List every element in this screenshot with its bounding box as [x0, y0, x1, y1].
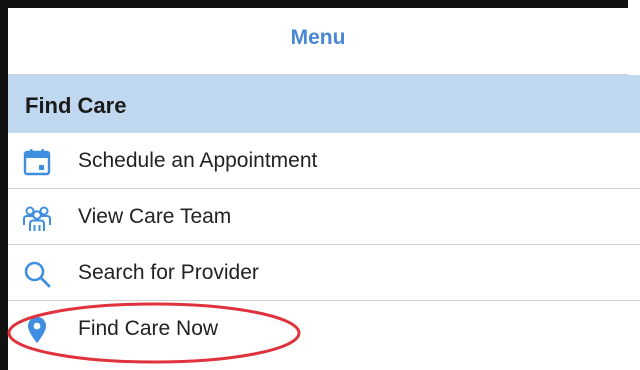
calendar-icon	[22, 147, 52, 177]
menu-title: Menu	[290, 26, 346, 49]
menu-item-label: Schedule an Appointment	[78, 149, 318, 172]
menu-item-label: Search for Provider	[78, 261, 259, 284]
panel-edge	[628, 0, 640, 75]
location-pin-icon	[22, 315, 52, 345]
menu-header: Menu	[8, 8, 628, 74]
section-header-find-care: Find Care	[8, 75, 640, 133]
section-title: Find Care	[25, 93, 127, 118]
menu-item-search-provider[interactable]: Search for Provider	[8, 245, 640, 301]
menu-item-label: Find Care Now	[78, 317, 219, 340]
menu-item-schedule-appointment[interactable]: Schedule an Appointment	[8, 133, 640, 189]
search-icon	[22, 259, 52, 289]
menu-item-find-care-now[interactable]: Find Care Now	[8, 301, 640, 370]
menu-item-label: View Care Team	[78, 205, 232, 228]
care-team-icon	[22, 203, 52, 233]
menu-item-view-care-team[interactable]: View Care Team	[8, 189, 640, 245]
